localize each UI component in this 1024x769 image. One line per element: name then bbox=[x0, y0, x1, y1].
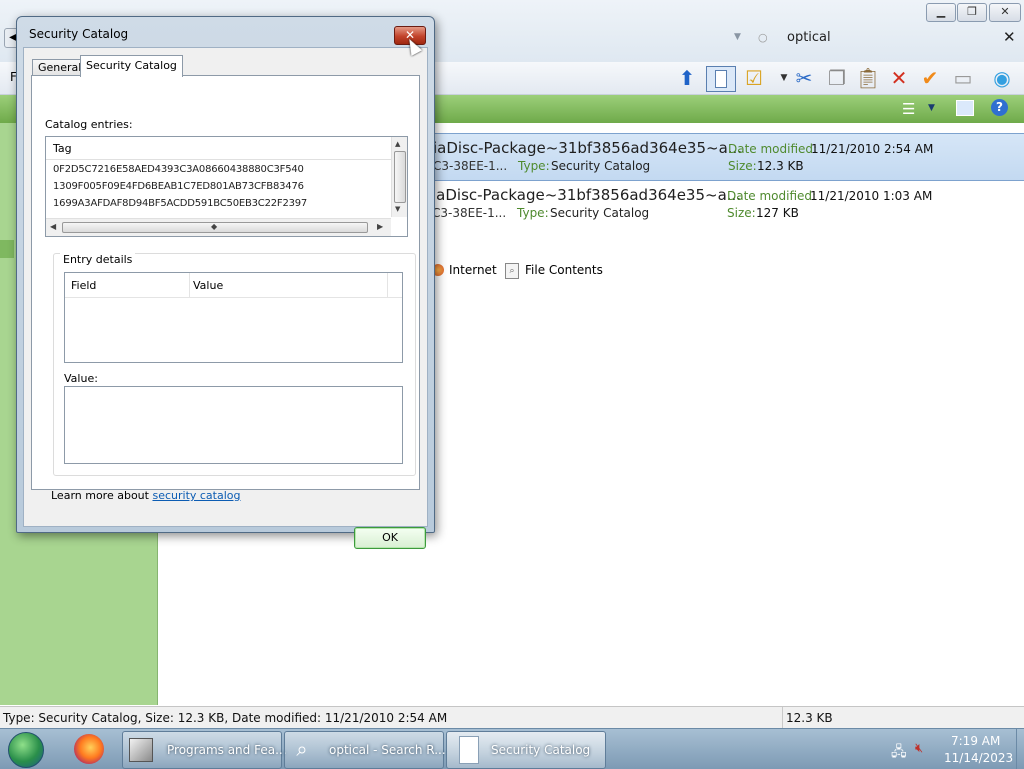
maximize-button[interactable]: ❐ bbox=[957, 3, 987, 22]
column-divider[interactable] bbox=[387, 273, 388, 297]
dialog-body: General Security Catalog Catalog entries… bbox=[23, 47, 428, 549]
taskbar-button-label: Security Catalog bbox=[491, 743, 591, 757]
status-divider bbox=[782, 707, 783, 729]
checkmark-icon[interactable]: ✔ bbox=[918, 66, 942, 90]
catalog-entry-row[interactable]: 1699A3AFDAF8D94BF5ACDD591BC50EB3C22F2397 bbox=[53, 198, 307, 209]
scroll-thumb[interactable] bbox=[394, 151, 406, 203]
dialog-title: Security Catalog bbox=[29, 27, 129, 41]
result-date-label: Date modified: bbox=[728, 142, 818, 156]
horizontal-scrollbar[interactable]: ◀ ◆ ▶ bbox=[46, 218, 391, 236]
status-size: 12.3 KB bbox=[786, 711, 833, 725]
column-field[interactable]: Field bbox=[71, 279, 96, 292]
taskbar-button-label: optical - Search R... bbox=[329, 743, 446, 757]
view-options-icon[interactable]: ☰ bbox=[902, 100, 915, 118]
entry-details-label: Entry details bbox=[60, 253, 136, 266]
search-result-item[interactable]: iaDisc-Package~31bf3856ad364e35~a... C3-… bbox=[430, 133, 1024, 181]
delete-icon[interactable]: ✕ bbox=[887, 66, 911, 90]
catalog-entry-row[interactable]: 0F2D5C7216E58AED4393C3A08660438880C3F540 bbox=[53, 164, 304, 175]
column-value[interactable]: Value bbox=[193, 279, 223, 292]
help-icon[interactable]: ? bbox=[991, 99, 1008, 116]
scroll-grip-icon: ◆ bbox=[211, 222, 218, 231]
control-panel-icon bbox=[129, 738, 153, 762]
up-folder-icon[interactable]: ⬆ bbox=[675, 66, 699, 90]
search-file-contents-link[interactable]: File Contents bbox=[525, 263, 603, 277]
folder-check-icon[interactable]: ☑ bbox=[742, 66, 766, 90]
status-text: Type: Security Catalog, Size: 12.3 KB, D… bbox=[3, 711, 448, 725]
catalog-list-header: Tag bbox=[46, 137, 391, 160]
status-bar: Type: Security Catalog, Size: 12.3 KB, D… bbox=[0, 706, 1024, 729]
taskbar-security-catalog[interactable]: Security Catalog bbox=[446, 731, 606, 769]
result-size-value: 12.3 KB bbox=[757, 159, 804, 173]
paste-icon[interactable]: 📋︎ bbox=[855, 66, 880, 90]
firefox-icon[interactable] bbox=[74, 734, 104, 764]
search-input[interactable]: optical bbox=[787, 30, 831, 45]
learn-more-prefix: Learn more about bbox=[51, 489, 153, 502]
clock-date[interactable]: 11/14/2023 bbox=[944, 751, 1013, 765]
copy-icon[interactable]: ❐ bbox=[825, 66, 849, 90]
taskbar-button-label: Programs and Fea... bbox=[167, 743, 287, 757]
catalog-entries-label: Catalog entries: bbox=[45, 118, 133, 131]
document-icon bbox=[459, 736, 479, 764]
result-date-value: 11/21/2010 1:03 AM bbox=[810, 189, 933, 203]
result-size-value: 127 KB bbox=[756, 206, 799, 220]
result-type-label: Type: bbox=[517, 206, 549, 220]
search-dropdown-icon[interactable]: ▼ bbox=[734, 32, 741, 42]
magnifier-icon: ⌕ bbox=[296, 737, 308, 761]
navigation-pane-handle[interactable] bbox=[0, 240, 14, 258]
result-path: C3-38EE-1... bbox=[433, 159, 508, 173]
file-contents-icon[interactable]: ⌕ bbox=[505, 263, 519, 279]
close-window-button[interactable]: ✕ bbox=[989, 3, 1021, 22]
column-divider[interactable] bbox=[189, 273, 190, 297]
entry-details-table[interactable]: Field Value bbox=[64, 272, 403, 363]
view-dropdown-icon[interactable]: ▼ bbox=[928, 103, 935, 113]
result-type-value: Security Catalog bbox=[550, 206, 650, 220]
catalog-entries-list[interactable]: Tag 0F2D5C7216E58AED4393C3A08660438880C3… bbox=[45, 136, 408, 237]
properties-icon[interactable]: ▭ bbox=[951, 66, 975, 90]
taskbar-search-results[interactable]: ⌕ optical - Search R... bbox=[284, 731, 446, 769]
clear-search-icon[interactable]: ✕ bbox=[1003, 28, 1016, 46]
result-size-label: Size: bbox=[727, 206, 756, 220]
result-type-label: Type: bbox=[518, 159, 550, 173]
security-catalog-dialog: Security Catalog ✕ General Security Cata… bbox=[16, 16, 435, 549]
minimize-button[interactable]: ▁ bbox=[926, 3, 956, 22]
cut-icon[interactable]: ✂ bbox=[792, 66, 816, 90]
search-result-item[interactable]: iaDisc-Package~31bf3856ad364e35~a... C3-… bbox=[430, 181, 1024, 227]
learn-more-text: Learn more about security catalog bbox=[51, 489, 241, 502]
show-desktop-button[interactable] bbox=[1016, 729, 1024, 769]
value-textbox[interactable] bbox=[64, 386, 403, 464]
volume-muted-icon[interactable]: 🔇︎ bbox=[915, 741, 923, 756]
layout-pane-icon[interactable] bbox=[956, 100, 974, 116]
ok-button[interactable]: OK bbox=[354, 527, 426, 549]
result-date-value: 11/21/2010 2:54 AM bbox=[811, 142, 934, 156]
column-tag[interactable]: Tag bbox=[53, 142, 72, 155]
search-refresh-icon[interactable]: ○ bbox=[758, 31, 768, 44]
result-path: C3-38EE-1... bbox=[432, 206, 507, 220]
preview-pane-icon[interactable] bbox=[706, 66, 736, 92]
tab-security-catalog[interactable]: Security Catalog bbox=[80, 55, 183, 77]
value-label: Value: bbox=[64, 372, 98, 385]
clock-time[interactable]: 7:19 AM bbox=[951, 734, 1000, 748]
result-name: iaDisc-Package~31bf3856ad364e35~a... bbox=[433, 139, 743, 157]
result-date-label: Date modified: bbox=[727, 189, 817, 203]
network-icon[interactable]: 🖧︎ bbox=[891, 741, 907, 765]
result-size-label: Size: bbox=[728, 159, 757, 173]
globe-icon[interactable]: ◉ bbox=[990, 66, 1014, 90]
vertical-scrollbar[interactable]: ▲ ▼ bbox=[391, 137, 407, 217]
result-name: iaDisc-Package~31bf3856ad364e35~a... bbox=[432, 186, 742, 204]
catalog-entry-row[interactable]: 1309F005F09E4FD6BEAB1C7ED801AB73CFB83476 bbox=[53, 181, 304, 192]
taskbar: Programs and Fea... ⌕ optical - Search R… bbox=[0, 728, 1024, 769]
search-internet-link[interactable]: Internet bbox=[449, 263, 497, 277]
start-button[interactable] bbox=[8, 732, 44, 768]
security-catalog-link[interactable]: security catalog bbox=[152, 489, 240, 502]
scroll-thumb[interactable]: ◆ bbox=[62, 222, 368, 233]
result-type-value: Security Catalog bbox=[551, 159, 651, 173]
taskbar-programs-features[interactable]: Programs and Fea... bbox=[122, 731, 287, 769]
details-table-header: Field Value bbox=[65, 273, 402, 298]
scroll-left-icon[interactable]: ◀ bbox=[50, 222, 56, 231]
scroll-right-icon[interactable]: ▶ bbox=[377, 222, 383, 231]
scroll-up-icon[interactable]: ▲ bbox=[395, 140, 400, 148]
scroll-down-icon[interactable]: ▼ bbox=[395, 205, 400, 213]
